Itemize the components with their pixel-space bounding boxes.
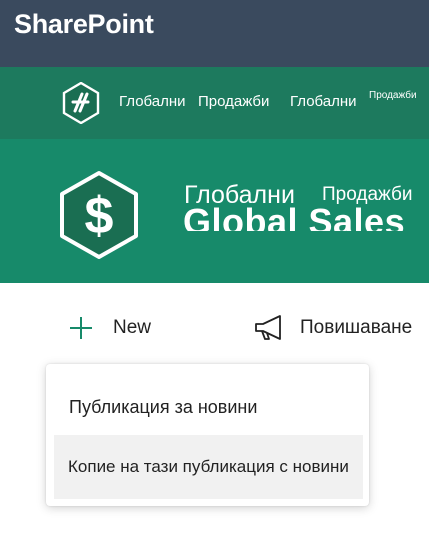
dollar-hexagon-icon[interactable]: $ xyxy=(58,170,140,260)
hub-link-4[interactable]: Продажби xyxy=(369,90,417,101)
app-title[interactable]: SharePoint xyxy=(14,9,154,40)
hub-link-2[interactable]: Продажби xyxy=(198,93,269,110)
plus-icon xyxy=(70,317,92,339)
megaphone-icon xyxy=(255,315,281,340)
new-button-label: New xyxy=(113,317,152,338)
menu-item-copy-news-post[interactable]: Копие на тази публикация с новини xyxy=(54,435,363,499)
new-dropdown-menu: Публикация за новини Копие на тази публи… xyxy=(46,364,369,506)
site-title-word-2[interactable]: Продажби xyxy=(322,184,412,206)
promote-button[interactable]: Повишаване xyxy=(253,312,412,344)
menu-item-news-post[interactable]: Публикация за новини xyxy=(54,376,363,439)
hub-link-1[interactable]: Глобални xyxy=(119,93,186,110)
suite-bar: SharePoint xyxy=(0,0,429,67)
site-header: $ Global Sales Глобални Продажби xyxy=(0,139,429,283)
site-title-word-1[interactable]: Глобални xyxy=(184,181,295,210)
hub-link-3[interactable]: Глобални xyxy=(290,93,357,110)
new-button[interactable]: New xyxy=(68,312,151,344)
hub-site-logo-icon[interactable] xyxy=(60,82,102,124)
promote-button-label: Повишаване xyxy=(300,317,413,338)
hub-navigation-bar: Глобални Продажби Глобални Продажби xyxy=(0,67,429,139)
svg-text:$: $ xyxy=(85,187,114,245)
